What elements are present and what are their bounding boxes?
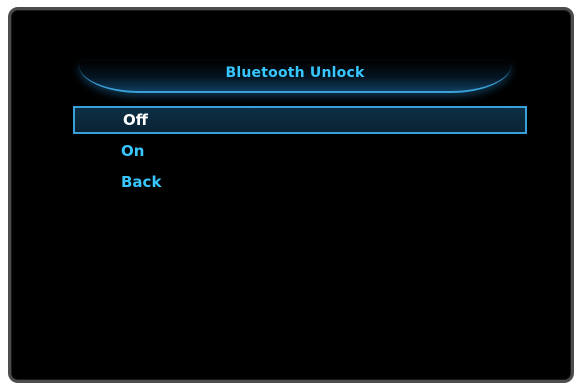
- menu-item-back[interactable]: Back: [73, 168, 527, 196]
- menu-item-off[interactable]: Off: [73, 106, 527, 134]
- screen-frame: Bluetooth Unlock Off On Back: [8, 7, 574, 383]
- dialog-title: Bluetooth Unlock: [225, 65, 365, 81]
- option-menu: Off On Back: [73, 106, 527, 199]
- menu-item-on[interactable]: On: [73, 137, 527, 165]
- title-bar: Bluetooth Unlock: [79, 61, 511, 93]
